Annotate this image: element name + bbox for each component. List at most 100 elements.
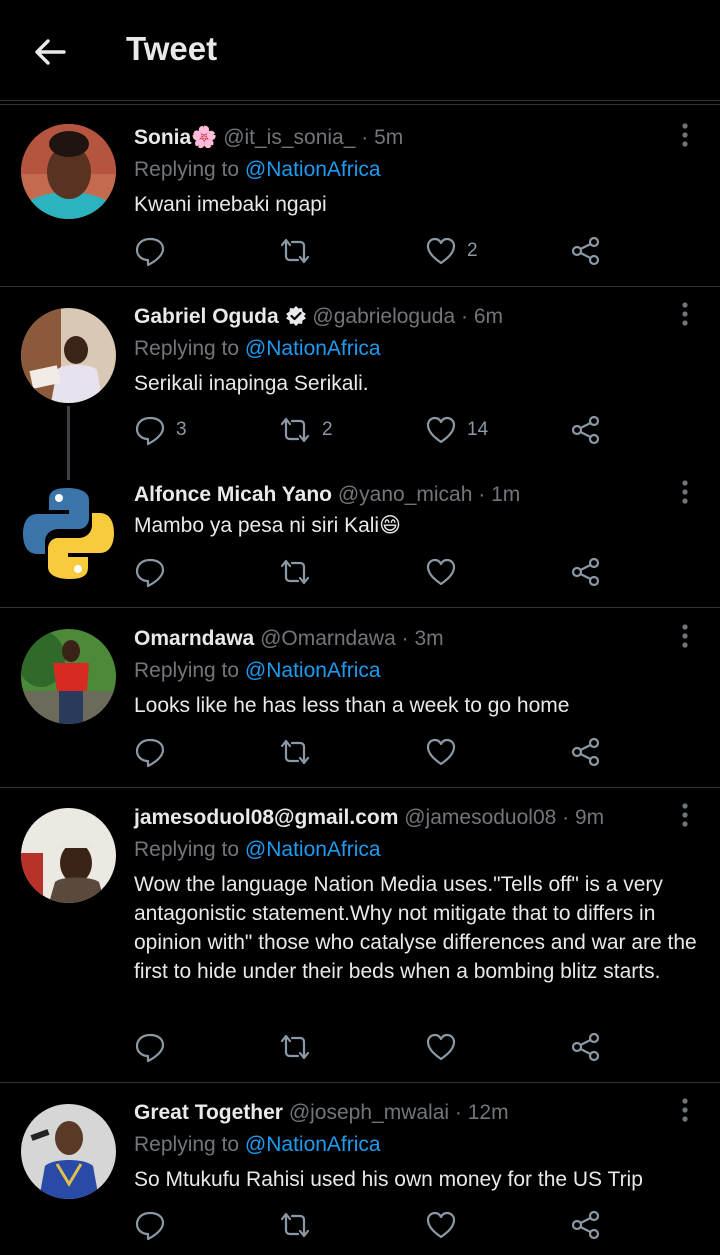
reply-button[interactable] [134, 554, 166, 590]
timestamp[interactable]: 5m [374, 126, 403, 149]
reply-button[interactable] [134, 1029, 166, 1065]
handle[interactable]: @Omarndawa [260, 627, 396, 650]
timestamp[interactable]: 3m [414, 627, 443, 650]
more-icon[interactable] [676, 624, 694, 650]
reply-button[interactable] [134, 1207, 166, 1243]
share-button[interactable] [570, 233, 602, 269]
retweet-count: 2 [322, 419, 333, 440]
back-arrow-icon[interactable] [30, 32, 70, 72]
more-icon[interactable] [676, 480, 694, 506]
more-icon[interactable] [676, 302, 694, 328]
avatar[interactable] [21, 1104, 116, 1199]
avatar[interactable] [21, 124, 116, 219]
reply-icon [135, 738, 165, 768]
tweet-actions [134, 1207, 614, 1243]
more-icon[interactable] [676, 1098, 694, 1124]
avatar[interactable] [21, 629, 116, 724]
share-button[interactable] [570, 554, 602, 590]
display-name[interactable]: Alfonce Micah Yano [134, 483, 332, 506]
reply-icon [135, 416, 165, 446]
share-button[interactable] [570, 1207, 602, 1243]
share-icon [571, 557, 600, 587]
thread-line [67, 406, 70, 480]
retweet-button[interactable] [278, 1029, 312, 1065]
separator-dot: · [401, 627, 409, 650]
timestamp[interactable]: 12m [468, 1101, 509, 1124]
avatar[interactable] [21, 308, 116, 403]
share-icon [571, 415, 600, 445]
separator-dot: · [478, 483, 486, 506]
replying-to: Replying to @NationAfrica [134, 659, 381, 683]
timestamp[interactable]: 6m [474, 305, 503, 328]
timestamp[interactable]: 9m [575, 806, 604, 829]
avatar[interactable] [21, 808, 116, 903]
mention-link[interactable]: @NationAfrica [245, 158, 381, 181]
retweet-button[interactable]: 2 [278, 412, 333, 448]
like-button[interactable] [425, 1029, 457, 1065]
replying-to-label: Replying to [134, 1133, 240, 1156]
flower-emoji: 🌸 [191, 126, 218, 149]
handle[interactable]: @jamesoduol08 [404, 806, 556, 829]
share-button[interactable] [570, 734, 602, 770]
avatar-python-logo[interactable] [21, 486, 116, 581]
tweet-meta: Sonia🌸 @it_is_sonia_ · 5m [134, 126, 403, 150]
reply-count: 3 [176, 419, 187, 440]
tweet-text: Wow the language Nation Media uses."Tell… [134, 873, 697, 983]
handle[interactable]: @yano_micah [338, 483, 473, 506]
separator-dot: · [562, 806, 570, 829]
divider [0, 104, 720, 105]
share-icon [571, 1032, 600, 1062]
replying-to: Replying to @NationAfrica [134, 158, 381, 182]
mention-link[interactable]: @NationAfrica [245, 337, 381, 360]
replying-to: Replying to @NationAfrica [134, 337, 381, 361]
tweet-actions: 3 2 14 [134, 412, 614, 448]
timestamp[interactable]: 1m [491, 483, 520, 506]
like-button[interactable]: 2 [425, 233, 478, 269]
display-name[interactable]: Great Together [134, 1101, 283, 1124]
reply-button[interactable] [134, 734, 166, 770]
mention-link[interactable]: @NationAfrica [245, 1133, 381, 1156]
divider [0, 286, 720, 287]
like-button[interactable] [425, 1207, 457, 1243]
mention-link[interactable]: @NationAfrica [245, 659, 381, 682]
like-button[interactable] [425, 734, 457, 770]
tweet-meta: Gabriel Oguda @gabrieloguda · 6m [134, 305, 503, 329]
share-button[interactable] [570, 412, 602, 448]
tweet-meta: jamesoduol08@gmail.com @jamesoduol08 · 9… [134, 806, 604, 830]
reply-icon [135, 558, 165, 588]
tweet-text: Serikali inapinga Serikali. [134, 372, 369, 395]
display-name[interactable]: Gabriel Oguda [134, 305, 279, 328]
reply-button[interactable]: 3 [134, 412, 187, 448]
top-bar: Tweet [0, 0, 720, 101]
retweet-icon [280, 559, 310, 585]
retweet-icon [280, 238, 310, 264]
replying-to: Replying to @NationAfrica [134, 1133, 381, 1157]
handle[interactable]: @it_is_sonia_ [223, 126, 355, 149]
retweet-button[interactable] [278, 1207, 312, 1243]
tweet-actions [134, 1029, 614, 1065]
display-name[interactable]: Sonia [134, 126, 191, 149]
verified-icon [285, 306, 306, 326]
like-icon [426, 237, 456, 265]
share-button[interactable] [570, 1029, 602, 1065]
more-icon[interactable] [676, 123, 694, 149]
share-icon [571, 1210, 600, 1240]
replying-to: Replying to @NationAfrica [134, 838, 381, 862]
handle[interactable]: @joseph_mwalai [289, 1101, 449, 1124]
tweet-meta: Omarndawa @Omarndawa · 3m [134, 627, 444, 651]
retweet-button[interactable] [278, 554, 312, 590]
display-name[interactable]: jamesoduol08@gmail.com [134, 806, 398, 829]
reply-button[interactable] [134, 233, 176, 269]
share-icon [571, 737, 600, 767]
separator-dot: · [361, 126, 369, 149]
like-button[interactable] [425, 554, 457, 590]
tweet-text: Looks like he has less than a week to go… [134, 694, 570, 717]
handle[interactable]: @gabrieloguda [312, 305, 455, 328]
mention-link[interactable]: @NationAfrica [245, 838, 381, 861]
display-name[interactable]: Omarndawa [134, 627, 254, 650]
more-icon[interactable] [676, 803, 694, 829]
like-button[interactable]: 14 [425, 412, 488, 448]
retweet-button[interactable] [278, 734, 312, 770]
retweet-button[interactable] [278, 233, 322, 269]
page-title: Tweet [126, 30, 218, 67]
